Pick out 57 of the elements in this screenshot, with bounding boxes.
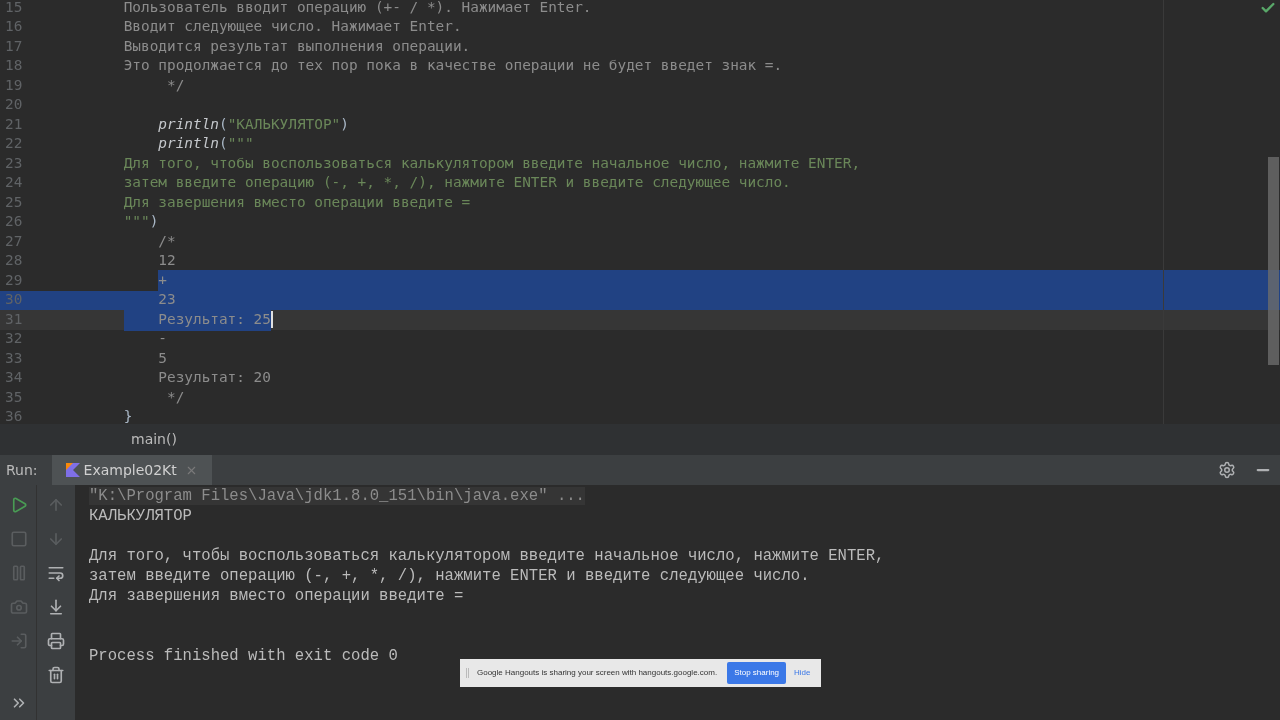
sharing-message: Google Hangouts is sharing your screen with hangouts.google.com. [477,667,718,679]
line-number: 23 [4,153,24,173]
code-line: 5 [157,348,167,368]
line-number: 22 [4,134,24,154]
code-line: Вводит следующее число. Нажимает Enter. [122,17,462,37]
line-number: 21 [4,114,24,134]
code-line: - [157,329,167,349]
console-line: Для того, чтобы воспользоваться калькулятором введите начальное число, нажмите ENTER, [89,547,885,565]
line-number: 32 [4,329,24,349]
line-number: 26 [4,212,24,232]
console-command: "K:\Program Files\Java\jdk1.8.0_151\bin\java.exe" ... [89,487,585,505]
code-line: */ [165,387,185,407]
console-line: затем введите операцию (-, +, *, /), нажмите ENTER и введите следующее число. [89,567,810,585]
code-line: println("КАЛЬКУЛЯТОР") [157,114,349,134]
code-line: /* [157,231,176,251]
line-number: 25 [4,192,24,212]
breadcrumb[interactable]: main() [131,429,177,450]
line-number: 15 [4,0,24,17]
line-number: 34 [4,368,24,388]
line-number: 27 [4,231,24,251]
code-line: Это продолжается до тех пор пока в качестве операции не будет введет знак =. [122,56,783,76]
line-number: 24 [4,173,24,193]
line-number: 36 [4,407,24,424]
line-number: 20 [4,95,24,115]
line-number: 28 [4,251,24,271]
code-line: затем введите операцию (-, +, *, /), нажмите ENTER и введите следующее число. [122,173,791,193]
line-number: 19 [4,75,24,95]
code-line: Выводится результат выполнения операции. [122,36,471,56]
code-line: Результат: 20 [157,368,271,388]
drag-handle-icon[interactable] [466,668,469,678]
code-line: println(""" [157,134,254,154]
stop-sharing-button[interactable]: Stop sharing [727,662,787,684]
line-number: 17 [4,36,24,56]
code-line: Для того, чтобы воспользоваться калькулятором введите начальное число, нажмите ENTER, [122,153,861,173]
code-line: """) [122,212,159,232]
scrollbar[interactable] [1268,157,1279,365]
kotlin-icon [65,463,80,477]
code-line: } [122,407,133,424]
text-caret [270,311,273,329]
line-number: 18 [4,56,24,76]
code-line: 23 [157,290,176,310]
hide-link[interactable]: Hide [794,667,811,679]
console-line: Process finished with exit code 0 [89,647,398,665]
line-number: 30 [4,290,24,310]
line-number: 29 [4,270,24,290]
code-line: */ [165,75,185,95]
console-line: КАЛЬКУЛЯТОР [89,507,192,525]
line-number: 35 [4,387,24,407]
console-line: Для завершения вместо операции введите = [89,587,464,605]
code-line: Пользователь вводит операцию (+- / *). Нажимает Enter. [122,0,592,17]
code-line: 12 [157,251,176,271]
run-tab[interactable]: Example02Kt [51,455,212,485]
settings-icon[interactable] [1218,461,1236,479]
code-line: Для завершения вместо операции введите = [122,192,471,212]
run-label: Run: [5,460,39,480]
line-number: 33 [4,348,24,368]
line-number: 16 [4,17,24,37]
